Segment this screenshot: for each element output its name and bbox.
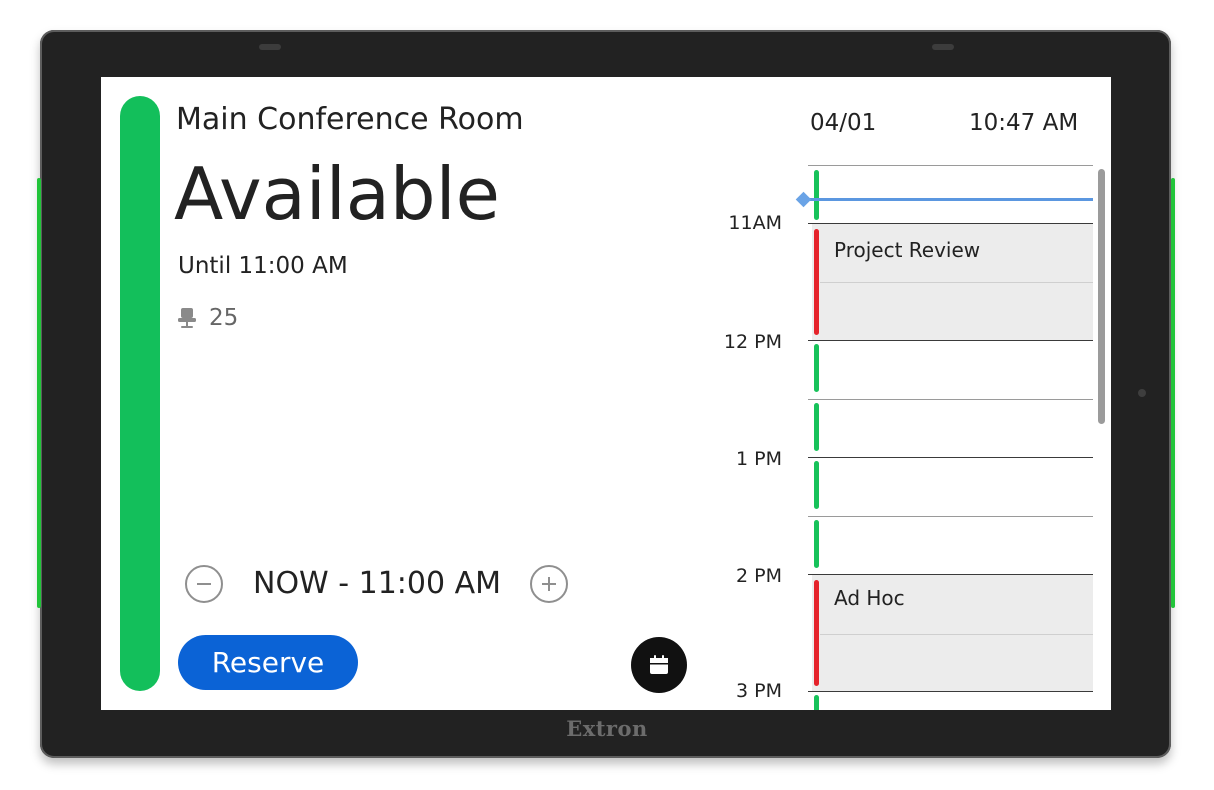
light-sensor [259, 44, 281, 50]
brand-logo: Extron [566, 716, 648, 741]
free-slot[interactable] [814, 520, 819, 568]
hour-label-11am: 11AM [728, 212, 782, 234]
reserve-button[interactable]: Reserve [178, 635, 358, 690]
hour-label-3pm: 3 PM [736, 680, 782, 702]
schedule-scrollbar[interactable] [1098, 169, 1105, 424]
status-until: Until 11:00 AM [178, 253, 348, 279]
event-ad-hoc[interactable]: Ad Hoc [812, 575, 1093, 691]
current-time-line [804, 198, 1093, 201]
free-slot[interactable] [814, 695, 819, 710]
current-time-indicator [795, 191, 1093, 208]
event-half-hour-divider [820, 282, 1093, 283]
minus-icon [197, 583, 211, 585]
current-date: 04/01 [810, 110, 877, 136]
plus-icon [542, 577, 556, 591]
event-busy-bar [814, 580, 819, 686]
room-status: Available [174, 152, 500, 236]
increase-time-button[interactable] [530, 565, 568, 603]
free-slot[interactable] [814, 461, 819, 509]
hour-label-1pm: 1 PM [736, 448, 782, 470]
event-half-hour-divider [820, 634, 1093, 635]
camera-dot [1138, 389, 1146, 397]
hour-gridline [808, 340, 1093, 341]
half-hour-gridline [808, 165, 1093, 166]
hour-gridline [808, 691, 1093, 692]
room-status-bar [120, 96, 160, 691]
seat-icon [178, 308, 196, 328]
calendar-button[interactable] [631, 637, 687, 693]
event-busy-bar [814, 229, 819, 335]
room-capacity: 25 [177, 305, 238, 331]
room-name: Main Conference Room [176, 102, 524, 137]
event-title: Project Review [834, 238, 981, 262]
capacity-value: 25 [209, 305, 239, 331]
scheduling-screen: Main Conference Room Available Until 11:… [101, 77, 1111, 710]
current-time: 10:47 AM [969, 110, 1079, 136]
schedule-timeline[interactable]: Project Review Ad Hoc [808, 165, 1093, 710]
calendar-icon [650, 655, 668, 674]
free-slot[interactable] [814, 403, 819, 451]
half-hour-gridline [808, 516, 1093, 517]
status-led-left [37, 178, 41, 608]
event-title: Ad Hoc [834, 586, 905, 610]
proximity-sensor [932, 44, 954, 50]
free-slot[interactable] [814, 344, 819, 392]
hour-label-2pm: 2 PM [736, 565, 782, 587]
decrease-time-button[interactable] [185, 565, 223, 603]
event-project-review[interactable]: Project Review [812, 224, 1093, 340]
hour-gridline [808, 457, 1093, 458]
half-hour-gridline [808, 399, 1093, 400]
free-slot[interactable] [814, 170, 819, 220]
booking-time-range: NOW - 11:00 AM [253, 566, 502, 601]
hour-label-12pm: 12 PM [723, 331, 782, 353]
status-led-right [1171, 178, 1175, 608]
